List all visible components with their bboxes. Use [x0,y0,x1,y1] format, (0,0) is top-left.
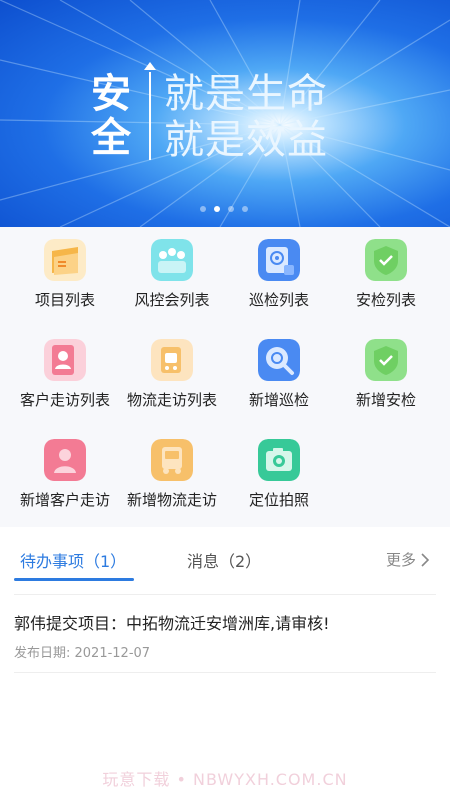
grid-item-safety-check-list[interactable]: 安检列表 [330,227,442,327]
grid-item-label: 风控会列表 [134,291,210,309]
grid-item-label: 新增巡检 [248,391,309,409]
banner-title: 安 全 [86,72,136,160]
grid-item-label: 新增安检 [355,391,416,409]
grid-item-label: 巡检列表 [248,291,309,309]
banner-title-line2: 全 [91,115,131,161]
add-inspection-icon [258,339,300,381]
function-grid: 项目列表 风控会列表 巡检列表 安检列表 客户走访列表 物流走访列表 新增巡检 … [0,227,450,527]
carousel-dot[interactable] [200,206,206,212]
todo-item-date: 发布日期: 2021-12-07 [14,646,151,661]
grid-item-add-safety-check[interactable]: 新增安检 [330,327,442,427]
customer-visit-list-icon [44,339,86,381]
carousel-dot[interactable] [242,206,248,212]
grid-item-add-inspection[interactable]: 新增巡检 [223,327,335,427]
carousel-dot-active[interactable] [214,206,220,212]
banner-divider [149,72,151,160]
todo-item-title: 郭伟提交项目：中拓物流迁安增洲库,请审核! [14,614,330,633]
logistics-visit-list-icon [151,339,193,381]
divider [14,594,436,595]
more-label: 更多 [385,551,416,569]
more-link[interactable]: 更多 [386,549,430,570]
grid-item-label: 安检列表 [355,291,416,309]
grid-item-logistics-visit-list[interactable]: 物流走访列表 [116,327,228,427]
tab-bar: 待办事项（1） 消息（2） 更多 [0,538,450,586]
grid-item-label: 定位拍照 [248,491,309,509]
grid-item-project-list[interactable]: 项目列表 [9,227,121,327]
tab-messages[interactable]: 消息（2） [187,548,261,572]
risk-meeting-icon [151,239,193,281]
add-logistics-visit-icon [151,439,193,481]
banner-slogan-line1: 就是生命 [164,71,328,117]
chevron-right-icon [421,552,430,567]
grid-item-label: 新增物流走访 [126,491,217,509]
grid-item-customer-visit-list[interactable]: 客户走访列表 [9,327,121,427]
grid-item-add-logistics-visit[interactable]: 新增物流走访 [116,427,228,527]
grid-item-label: 物流走访列表 [126,391,217,409]
grid-item-label: 新增客户走访 [19,491,110,509]
grid-item-label: 项目列表 [34,291,95,309]
project-list-icon [44,239,86,281]
watermark: 玩意下载 • NBWYXH.COM.CN [102,770,348,789]
inspection-list-icon [258,239,300,281]
carousel-indicator[interactable] [200,206,248,212]
grid-item-risk-meeting-list[interactable]: 风控会列表 [116,227,228,327]
tab-todo[interactable]: 待办事项（1） [20,548,126,572]
grid-item-label: 客户走访列表 [19,391,110,409]
grid-item-add-customer-visit[interactable]: 新增客户走访 [9,427,121,527]
active-tab-indicator [14,578,134,581]
grid-item-location-photo[interactable]: 定位拍照 [223,427,335,527]
carousel-dot[interactable] [228,206,234,212]
divider [14,672,436,673]
safety-check-list-icon [365,239,407,281]
location-photo-icon [258,439,300,481]
add-customer-visit-icon [44,439,86,481]
grid-item-inspection-list[interactable]: 巡检列表 [223,227,335,327]
banner-slogan-line2: 就是效益 [164,117,328,163]
banner-title-line1: 安 [91,71,131,117]
promo-banner[interactable]: 安 全 就是生命 就是效益 [0,0,450,227]
add-safety-check-icon [365,339,407,381]
